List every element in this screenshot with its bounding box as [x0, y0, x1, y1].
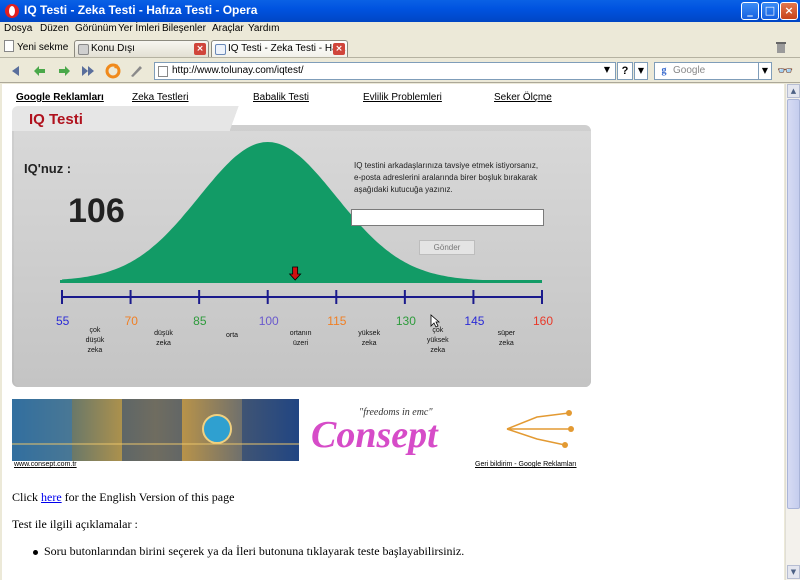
tab-bar: Yeni sekme Konu Dışı × IQ Testi - Zeka T… — [0, 38, 800, 58]
menu-araclar[interactable]: Araçlar — [212, 23, 244, 34]
page-icon — [78, 44, 89, 55]
list-item: Soru butonlarından birini seçerek ya da … — [32, 544, 465, 558]
english-version-line: Click here for the English Version of th… — [12, 490, 234, 505]
scale-caption: süper zeka — [497, 330, 516, 347]
menu-gorunum[interactable]: Görünüm — [75, 23, 117, 34]
glasses-icon[interactable]: 👓 — [777, 64, 793, 79]
page-icon — [215, 44, 226, 55]
opera-icon — [5, 4, 19, 18]
back-icon[interactable] — [8, 63, 24, 79]
menu-duzen[interactable]: Düzen — [40, 23, 69, 34]
new-tab-button[interactable]: Yeni sekme — [4, 40, 68, 56]
feedback-link[interactable]: Geri bildirim - Google Reklamları — [475, 461, 577, 468]
mouse-cursor-icon — [430, 314, 440, 328]
scale-value: 130 — [395, 314, 416, 328]
page-icon — [158, 66, 168, 77]
reload-icon[interactable] — [105, 63, 121, 79]
menu-bar: Dosya Düzen Görünüm Yer İmleri Bileşenle… — [0, 22, 800, 38]
new-tab-label: Yeni sekme — [17, 42, 69, 53]
edit-icon[interactable] — [128, 63, 144, 79]
fast-forward-icon[interactable] — [80, 63, 96, 79]
back-icon-green[interactable] — [32, 63, 48, 79]
vertical-scrollbar[interactable]: ▲ ▼ — [785, 84, 800, 580]
scale-value: 160 — [533, 314, 554, 328]
help-dropdown-icon[interactable]: ▼ — [634, 62, 648, 80]
help-button[interactable]: ? — [617, 62, 633, 80]
forward-icon[interactable] — [56, 63, 72, 79]
tab-konu-disi[interactable]: Konu Dışı × — [74, 40, 209, 57]
search-dropdown-icon[interactable]: ▼ — [758, 62, 772, 80]
consept-link[interactable]: www.consept.com.tr — [14, 461, 77, 468]
scale-value: 55 — [56, 314, 70, 328]
scale-caption: ortanın üzeri — [289, 330, 312, 347]
send-button[interactable]: Gönder — [419, 240, 475, 255]
menu-yardim[interactable]: Yardım — [248, 23, 280, 34]
close-window-button[interactable]: × — [780, 2, 798, 20]
menu-dosya[interactable]: Dosya — [4, 23, 32, 34]
email-input[interactable] — [351, 209, 544, 226]
scale-caption: yüksek zeka — [358, 330, 381, 347]
window-title: IQ Testi - Zeka Testi - Hafıza Testi - O… — [24, 3, 258, 17]
browser-window: IQ Testi - Zeka Testi - Hafıza Testi - O… — [0, 0, 800, 580]
scale-caption: çok yüksek zeka — [426, 327, 449, 354]
trash-icon[interactable] — [774, 40, 788, 54]
invite-text: IQ testini arkadaşlarınıza tavsiye etmek… — [354, 161, 539, 194]
search-input[interactable]: g Google — [654, 62, 759, 80]
scale-value: 145 — [464, 314, 485, 328]
title-bar: IQ Testi - Zeka Testi - Hafıza Testi - O… — [0, 0, 800, 22]
page-viewport: Google Reklamları Zeka Testleri Babalik … — [2, 84, 784, 580]
minimize-button[interactable]: _ — [741, 2, 759, 20]
english-link[interactable]: here — [41, 490, 62, 504]
maximize-button[interactable]: □ — [761, 2, 779, 20]
menu-yer-imleri[interactable]: Yer İmleri — [118, 23, 160, 34]
tab-iq-testi[interactable]: IQ Testi - Zeka Testi - Ha... × — [211, 40, 348, 57]
scale-caption: orta — [226, 332, 239, 339]
tab-label: IQ Testi - Zeka Testi - Ha... — [228, 43, 346, 54]
explanations-heading: Test ile ilgili açıklamalar : — [12, 517, 138, 531]
iq-scale-axis — [61, 290, 543, 304]
consept-logo[interactable]: "freedoms in emc" Consept — [307, 399, 579, 461]
bell-curve-chart — [60, 142, 543, 304]
scroll-thumb[interactable] — [787, 99, 800, 509]
scroll-up-icon[interactable]: ▲ — [787, 84, 800, 98]
scale-caption: çok düşük zeka — [85, 327, 105, 354]
scale-caption: düşük zeka — [154, 330, 173, 347]
consept-banner-image[interactable] — [12, 399, 299, 461]
english-suffix: for the English Version of this page — [61, 490, 235, 504]
scale-value: 85 — [193, 314, 207, 328]
url-dropdown-icon[interactable]: ▼ — [600, 62, 614, 80]
tab-label: Konu Dışı — [91, 43, 135, 54]
new-tab-icon — [4, 40, 14, 52]
google-icon: g — [658, 65, 670, 77]
url-input[interactable]: http://www.tolunay.com/iqtest/ — [154, 62, 616, 80]
scale-value: 115 — [327, 314, 347, 328]
menu-bilesenler[interactable]: Bileşenler — [162, 23, 206, 34]
address-bar: http://www.tolunay.com/iqtest/ ▼ ? ▼ g G… — [0, 59, 800, 83]
english-prefix: Click — [12, 490, 41, 504]
url-text: http://www.tolunay.com/iqtest/ — [172, 65, 304, 76]
close-tab-icon[interactable]: × — [333, 43, 345, 55]
bell-baseline — [60, 280, 542, 283]
scroll-down-icon[interactable]: ▼ — [787, 565, 800, 579]
consept-brand: Consept — [311, 414, 439, 456]
close-tab-icon[interactable]: × — [194, 43, 206, 55]
scale-value: 100 — [258, 314, 279, 328]
scale-value: 70 — [124, 314, 138, 328]
search-placeholder: Google — [673, 65, 706, 76]
